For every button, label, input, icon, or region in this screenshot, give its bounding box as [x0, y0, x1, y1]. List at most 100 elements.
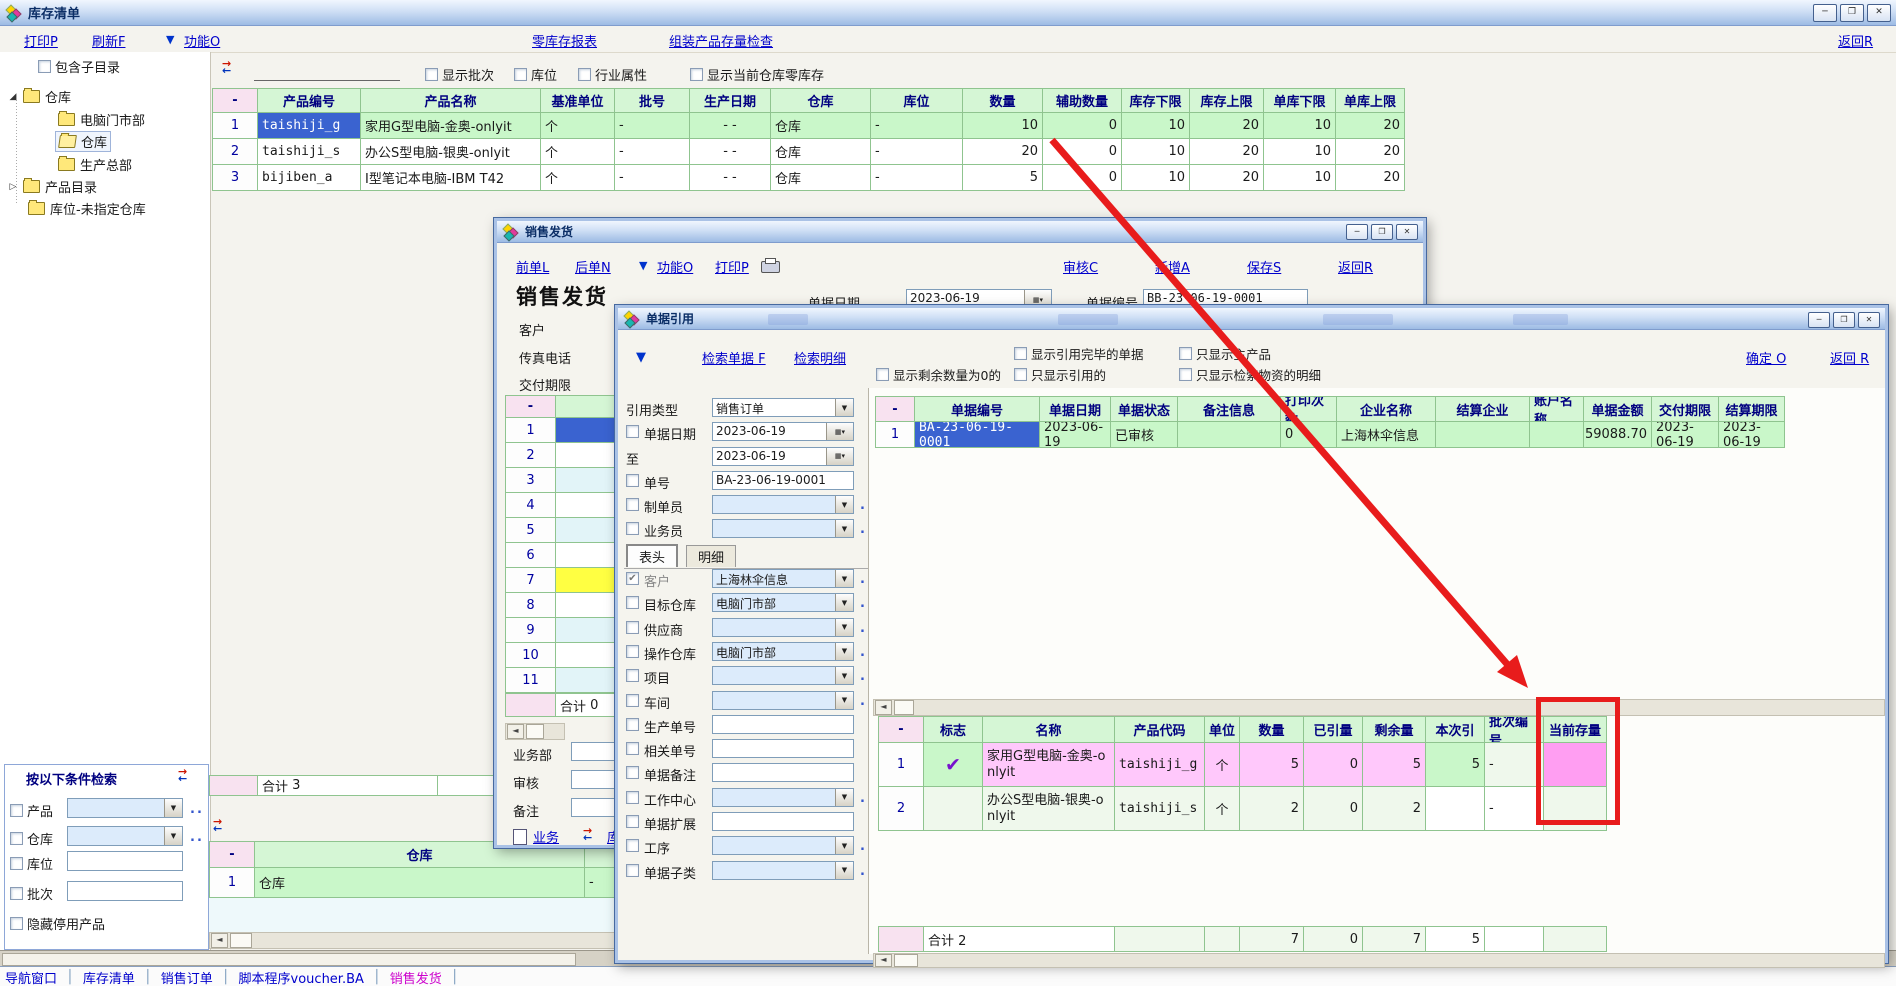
field-checkbox[interactable] — [626, 645, 639, 658]
table-cell[interactable]: 仓库 — [770, 139, 870, 165]
table-cell[interactable] — [1435, 422, 1529, 448]
checkbox-icon[interactable] — [876, 368, 889, 381]
hide-disabled-checkbox[interactable]: 隐藏停用产品 — [10, 914, 105, 933]
checkbox-icon[interactable] — [38, 60, 51, 73]
grid-scrollbar[interactable]: ◄ — [505, 723, 565, 740]
table-cell[interactable]: 3 — [505, 468, 555, 493]
field-input[interactable]: ▼ — [712, 691, 854, 710]
scroll-left-icon[interactable]: ◄ — [875, 700, 892, 715]
checkbox-icon[interactable] — [1014, 347, 1027, 360]
table-cell[interactable]: 个 — [540, 113, 614, 139]
table-cell[interactable]: 2 — [1239, 787, 1303, 831]
tab-detail[interactable]: 明细 — [686, 545, 736, 567]
field-input[interactable]: 2023-06-19▦▾ — [712, 422, 854, 441]
column-header[interactable]: - — [212, 88, 257, 113]
table-cell[interactable]: 8 — [505, 593, 555, 618]
checkbox-icon[interactable] — [1179, 368, 1192, 381]
dropdown-icon[interactable]: ▼ — [835, 789, 853, 806]
table-cell[interactable]: 11 — [505, 668, 555, 693]
table-cell[interactable]: 仓库 — [770, 113, 870, 139]
field-input[interactable] — [712, 812, 854, 831]
checkbox-icon[interactable] — [10, 917, 23, 930]
column-header[interactable]: 库存下限 — [1121, 88, 1189, 113]
table-cell[interactable]: taishiji_g — [257, 113, 360, 139]
table-cell[interactable]: 3 — [212, 165, 257, 191]
dropdown-icon[interactable]: ▼ — [835, 837, 853, 854]
table-cell[interactable]: 1 — [212, 113, 257, 139]
table-cell[interactable]: 10 — [1121, 165, 1189, 191]
scroll-thumb[interactable] — [894, 954, 918, 967]
table-cell[interactable]: 20 — [962, 139, 1042, 165]
minimize-icon[interactable]: ─ — [1813, 4, 1837, 22]
doc-table-scrollbar[interactable]: ◄ — [873, 699, 1885, 716]
table-cell[interactable]: 5 — [1239, 743, 1303, 787]
table-cell[interactable]: 0 — [1303, 743, 1362, 787]
field-checkbox[interactable] — [626, 669, 639, 682]
swap-columns-icon[interactable]: →← — [213, 818, 233, 833]
table-cell[interactable]: - — [870, 113, 962, 139]
table-cell[interactable] — [923, 787, 982, 831]
checkbox-icon[interactable] — [425, 68, 438, 81]
field-checkbox[interactable] — [626, 839, 639, 852]
table-cell[interactable]: - — [1484, 743, 1543, 787]
table-cell[interactable]: 2 — [878, 787, 923, 831]
table-cell[interactable]: 20 — [1189, 139, 1263, 165]
column-header[interactable]: 备注信息 — [1177, 396, 1280, 422]
column-header[interactable]: 数量 — [962, 88, 1042, 113]
field-checkbox[interactable] — [626, 815, 639, 828]
table-cell[interactable]: BA-23-06-19-0001 — [914, 422, 1039, 448]
table-cell[interactable]: 59088.70 — [1583, 422, 1651, 448]
table-cell[interactable]: 10 — [1263, 139, 1335, 165]
tree-item-warehouse-root[interactable]: ◢ 仓库 — [8, 87, 71, 106]
taskbar-item-inventory[interactable]: 库存清单 — [83, 968, 135, 986]
dropdown-icon[interactable]: ▼ — [835, 594, 853, 611]
table-cell[interactable]: bijiben_a — [257, 165, 360, 191]
table-cell[interactable]: 2 — [505, 443, 555, 468]
table-cell[interactable]: 20 — [1189, 165, 1263, 191]
taskbar-item-sales-delivery[interactable]: 销售发货 — [390, 968, 442, 986]
field-checkbox[interactable] — [626, 425, 639, 438]
maximize-icon[interactable]: ❐ — [1371, 224, 1393, 240]
scroll-thumb[interactable] — [230, 933, 252, 948]
search-doc-button[interactable]: 检索单据 F — [702, 348, 766, 367]
column-header[interactable]: 单位 — [1204, 716, 1239, 743]
dropdown-icon[interactable]: ▼ — [835, 496, 853, 513]
tree-item-warehouse-selected[interactable]: 仓库 — [55, 131, 111, 152]
back-button[interactable]: 返回 R — [1830, 348, 1869, 367]
field-input[interactable]: ▼ — [712, 666, 854, 685]
dropdown-icon[interactable]: ▼ — [835, 692, 853, 709]
field-checkbox[interactable] — [626, 572, 639, 585]
table-cell[interactable]: 2023-06-19 — [1718, 422, 1785, 448]
column-header[interactable]: 批次编号 — [1484, 716, 1543, 743]
column-header[interactable]: 单据状态 — [1110, 396, 1177, 422]
table-cell[interactable]: 1 — [505, 418, 555, 443]
table-cell[interactable]: ✔ — [923, 743, 982, 787]
table-cell[interactable]: 6 — [505, 543, 555, 568]
calendar-icon[interactable]: ▦▾ — [826, 423, 853, 440]
table-cell[interactable]: 2023-06-19 — [1039, 422, 1110, 448]
scroll-thumb[interactable] — [526, 724, 544, 739]
table-cell[interactable]: 5 — [962, 165, 1042, 191]
table-cell[interactable]: 7 — [1239, 926, 1303, 952]
table-cell[interactable] — [1204, 926, 1239, 952]
column-header[interactable]: 仓库 — [770, 88, 870, 113]
scroll-left-icon[interactable]: ◄ — [211, 933, 228, 948]
dropdown-icon[interactable]: ▼ — [835, 667, 853, 684]
table-cell[interactable]: - — [614, 165, 689, 191]
field-input[interactable]: ▼ — [712, 519, 854, 538]
table-cell[interactable] — [1177, 422, 1280, 448]
search-bin-checkbox[interactable]: 库位 — [10, 854, 53, 873]
search-bin-input[interactable] — [67, 851, 183, 871]
only-referenced-checkbox[interactable]: 只显示引用的 — [1014, 365, 1106, 384]
swap-columns-icon[interactable]: →← — [583, 827, 603, 842]
taskbar-item-script[interactable]: 脚本程序voucher.BA — [239, 968, 364, 986]
field-input[interactable]: 上海林伞信息▼ — [712, 569, 854, 588]
dropdown-icon[interactable]: ▼ — [835, 619, 853, 636]
show-completed-checkbox[interactable]: 显示引用完毕的单据 — [1014, 344, 1144, 363]
scroll-left-icon[interactable]: ◄ — [507, 724, 524, 739]
include-subdirs-checkbox[interactable]: 包含子目录 — [38, 57, 120, 76]
industry-attr-checkbox[interactable]: 行业属性 — [578, 65, 647, 84]
field-checkbox[interactable] — [626, 694, 639, 707]
search-product-more-button[interactable]: .. — [190, 802, 204, 817]
table-cell[interactable]: 办公S型电脑-银奥-onlyit — [360, 139, 540, 165]
